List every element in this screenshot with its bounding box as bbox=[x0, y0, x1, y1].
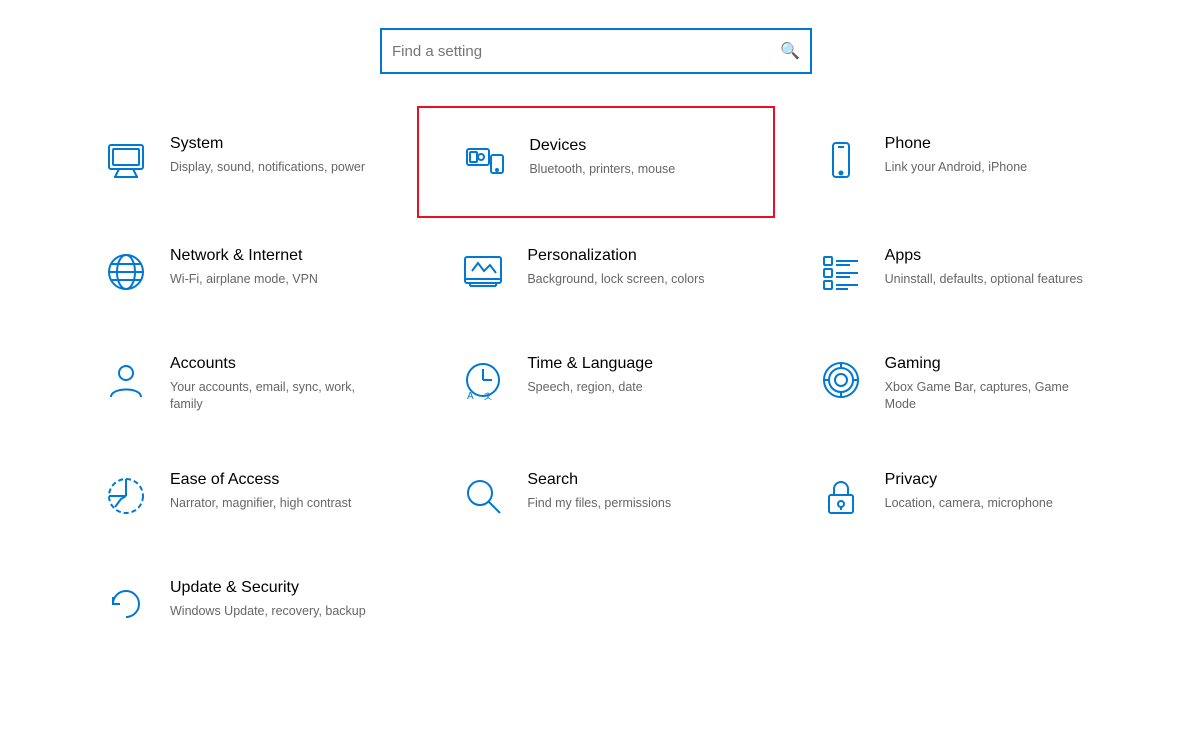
setting-item-phone[interactable]: Phone Link your Android, iPhone bbox=[775, 106, 1132, 218]
svg-text:A: A bbox=[467, 391, 474, 401]
apps-icon bbox=[815, 246, 867, 298]
settings-grid: System Display, sound, notifications, pow… bbox=[0, 106, 1192, 658]
setting-text-accounts: Accounts Your accounts, email, sync, work… bbox=[170, 354, 387, 414]
setting-title-devices: Devices bbox=[529, 136, 675, 157]
setting-desc-update: Windows Update, recovery, backup bbox=[170, 603, 366, 621]
setting-text-network: Network & Internet Wi-Fi, airplane mode, … bbox=[170, 246, 318, 288]
setting-title-accounts: Accounts bbox=[170, 354, 387, 375]
search-box: 🔍 bbox=[380, 28, 812, 74]
setting-item-ease[interactable]: Ease of Access Narrator, magnifier, high … bbox=[60, 442, 417, 550]
setting-desc-gaming: Xbox Game Bar, captures, Game Mode bbox=[885, 379, 1102, 414]
setting-desc-devices: Bluetooth, printers, mouse bbox=[529, 161, 675, 179]
setting-title-search: Search bbox=[527, 470, 671, 491]
setting-item-personalization[interactable]: Personalization Background, lock screen, … bbox=[417, 218, 774, 326]
setting-text-ease: Ease of Access Narrator, magnifier, high … bbox=[170, 470, 351, 512]
time-icon: A 文 bbox=[457, 354, 509, 406]
setting-title-update: Update & Security bbox=[170, 578, 366, 599]
setting-title-ease: Ease of Access bbox=[170, 470, 351, 491]
setting-text-apps: Apps Uninstall, defaults, optional featur… bbox=[885, 246, 1083, 288]
setting-desc-personalization: Background, lock screen, colors bbox=[527, 271, 704, 289]
setting-text-personalization: Personalization Background, lock screen, … bbox=[527, 246, 704, 288]
setting-title-privacy: Privacy bbox=[885, 470, 1053, 491]
update-icon bbox=[100, 578, 152, 630]
search-setting-icon bbox=[457, 470, 509, 522]
setting-item-devices[interactable]: Devices Bluetooth, printers, mouse bbox=[417, 106, 774, 218]
setting-text-search: Search Find my files, permissions bbox=[527, 470, 671, 512]
setting-text-time: Time & Language Speech, region, date bbox=[527, 354, 653, 396]
setting-item-system[interactable]: System Display, sound, notifications, pow… bbox=[60, 106, 417, 218]
privacy-icon bbox=[815, 470, 867, 522]
system-icon bbox=[100, 134, 152, 186]
search-icon: 🔍 bbox=[780, 41, 800, 61]
personalization-icon bbox=[457, 246, 509, 298]
setting-title-system: System bbox=[170, 134, 365, 155]
setting-title-phone: Phone bbox=[885, 134, 1027, 155]
setting-desc-accounts: Your accounts, email, sync, work, family bbox=[170, 379, 387, 414]
setting-desc-system: Display, sound, notifications, power bbox=[170, 159, 365, 177]
svg-text:文: 文 bbox=[484, 391, 492, 401]
setting-item-gaming[interactable]: Gaming Xbox Game Bar, captures, Game Mode bbox=[775, 326, 1132, 442]
setting-title-gaming: Gaming bbox=[885, 354, 1102, 375]
gaming-icon bbox=[815, 354, 867, 406]
setting-item-privacy[interactable]: Privacy Location, camera, microphone bbox=[775, 442, 1132, 550]
setting-desc-phone: Link your Android, iPhone bbox=[885, 159, 1027, 177]
setting-text-system: System Display, sound, notifications, pow… bbox=[170, 134, 365, 176]
setting-item-search[interactable]: Search Find my files, permissions bbox=[417, 442, 774, 550]
search-input[interactable] bbox=[392, 43, 780, 60]
setting-item-accounts[interactable]: Accounts Your accounts, email, sync, work… bbox=[60, 326, 417, 442]
accounts-icon bbox=[100, 354, 152, 406]
setting-desc-apps: Uninstall, defaults, optional features bbox=[885, 271, 1083, 289]
setting-desc-ease: Narrator, magnifier, high contrast bbox=[170, 495, 351, 513]
setting-text-devices: Devices Bluetooth, printers, mouse bbox=[529, 136, 675, 178]
setting-item-apps[interactable]: Apps Uninstall, defaults, optional featur… bbox=[775, 218, 1132, 326]
search-container: 🔍 bbox=[0, 0, 1192, 106]
setting-title-personalization: Personalization bbox=[527, 246, 704, 267]
setting-desc-time: Speech, region, date bbox=[527, 379, 653, 397]
setting-title-apps: Apps bbox=[885, 246, 1083, 267]
setting-text-phone: Phone Link your Android, iPhone bbox=[885, 134, 1027, 176]
setting-title-network: Network & Internet bbox=[170, 246, 318, 267]
devices-icon bbox=[459, 136, 511, 188]
phone-icon bbox=[815, 134, 867, 186]
setting-desc-network: Wi-Fi, airplane mode, VPN bbox=[170, 271, 318, 289]
ease-icon bbox=[100, 470, 152, 522]
setting-text-privacy: Privacy Location, camera, microphone bbox=[885, 470, 1053, 512]
setting-desc-search: Find my files, permissions bbox=[527, 495, 671, 513]
setting-title-time: Time & Language bbox=[527, 354, 653, 375]
setting-item-time[interactable]: A 文 Time & Language Speech, region, date bbox=[417, 326, 774, 442]
setting-text-gaming: Gaming Xbox Game Bar, captures, Game Mode bbox=[885, 354, 1102, 414]
setting-text-update: Update & Security Windows Update, recover… bbox=[170, 578, 366, 620]
setting-desc-privacy: Location, camera, microphone bbox=[885, 495, 1053, 513]
network-icon bbox=[100, 246, 152, 298]
setting-item-network[interactable]: Network & Internet Wi-Fi, airplane mode, … bbox=[60, 218, 417, 326]
setting-item-update[interactable]: Update & Security Windows Update, recover… bbox=[60, 550, 417, 658]
